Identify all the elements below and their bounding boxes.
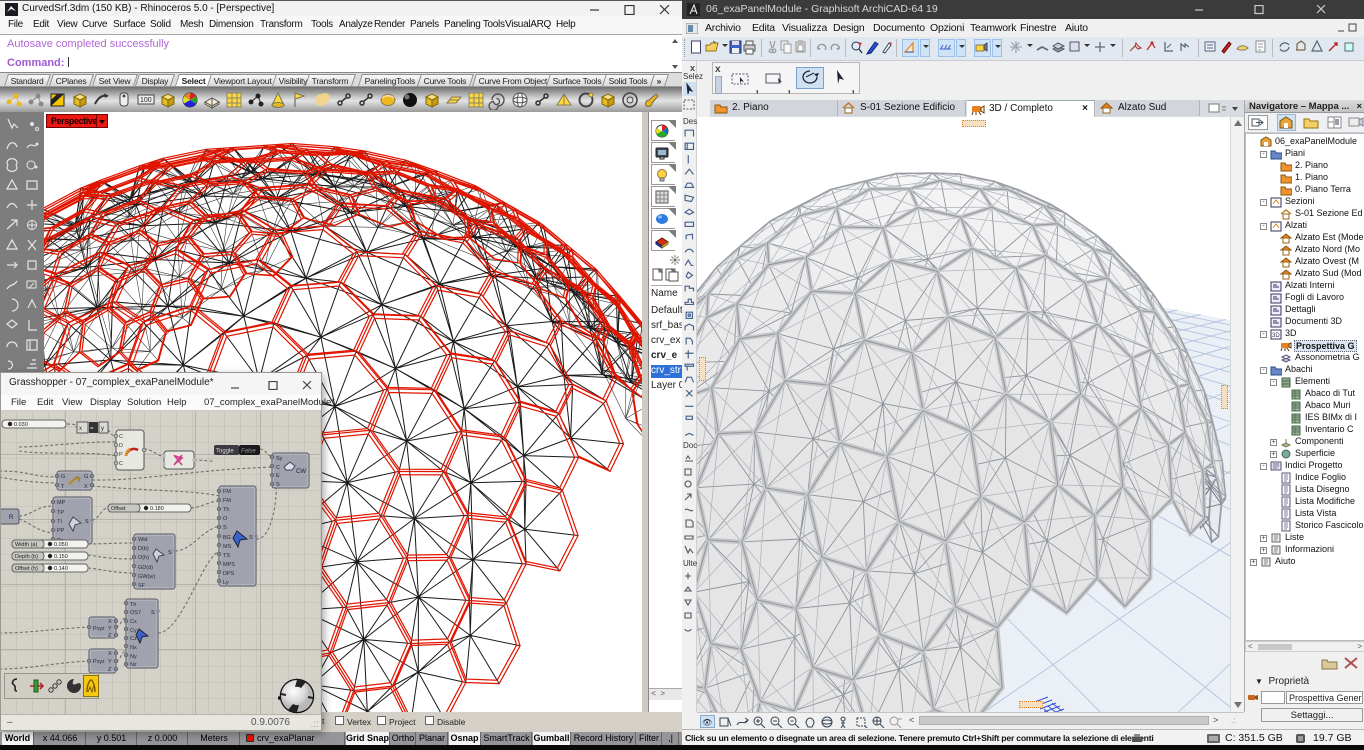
svg-text:Ly: Ly (223, 580, 229, 586)
svg-text:Nx: Nx (130, 645, 137, 651)
svg-text:R: R (9, 515, 14, 521)
svg-text:Width (a): Width (a) (15, 542, 37, 548)
svg-text:x: x (79, 426, 82, 432)
svg-text:S: S (168, 550, 172, 556)
svg-text:Nz: Nz (130, 662, 137, 668)
svg-text:Th: Th (130, 602, 136, 608)
svg-text:MPS: MPS (223, 562, 235, 568)
svg-text:MP: MP (57, 500, 66, 506)
svg-text:D: D (119, 443, 123, 449)
svg-text:D(b): D(b) (138, 546, 149, 552)
svg-text:xyz: xyz (97, 659, 105, 665)
svg-text:Toggle: Toggle (216, 449, 234, 455)
svg-text:Depth (b): Depth (b) (15, 554, 38, 560)
svg-text:CW: CW (296, 469, 306, 475)
svg-text:G: G (61, 474, 65, 480)
svg-text:Y: Y (108, 659, 112, 665)
svg-text:Cx: Cx (130, 619, 137, 625)
svg-text:O: O (223, 516, 228, 522)
svg-text:G: G (84, 474, 88, 480)
svg-text:0.150: 0.150 (54, 554, 68, 560)
svg-text:3D: 3D (1272, 333, 1280, 339)
svg-text:=: = (90, 426, 94, 432)
svg-text:100: 100 (140, 97, 152, 104)
svg-text:Offset (h): Offset (h) (15, 566, 38, 572)
svg-text:P: P (119, 452, 123, 458)
svg-text:FM: FM (223, 498, 231, 504)
svg-text:0.140: 0.140 (54, 566, 68, 572)
svg-text:MS: MS (223, 544, 232, 550)
svg-text:X: X (108, 619, 112, 625)
svg-text:S: S (276, 482, 280, 488)
svg-text:S: S (151, 610, 155, 616)
svg-text:S: S (249, 535, 253, 541)
svg-text:0.030: 0.030 (14, 422, 28, 428)
svg-text:Cy: Cy (130, 628, 137, 634)
svg-text:False: False (241, 449, 256, 455)
svg-text:Cz: Cz (130, 636, 137, 642)
svg-text:OS7: OS7 (130, 610, 141, 616)
svg-text:Ny: Ny (130, 654, 137, 660)
svg-text:0.180: 0.180 (150, 506, 164, 512)
svg-text:y: y (101, 426, 104, 432)
svg-text:X: X (84, 484, 88, 490)
svg-text:👁: 👁 (702, 718, 712, 727)
svg-text:E: E (276, 473, 280, 479)
svg-text:FM: FM (223, 489, 231, 495)
svg-text:Offset: Offset (111, 506, 126, 512)
svg-text:TS: TS (223, 553, 230, 559)
svg-text:S: S (85, 519, 89, 525)
svg-text:Y: Y (108, 626, 112, 632)
svg-text:DPS: DPS (223, 571, 235, 577)
svg-text:C: C (119, 434, 123, 440)
svg-text:C: C (119, 461, 123, 467)
svg-text:X: X (108, 651, 112, 657)
svg-text:TP: TP (57, 510, 64, 516)
svg-text:GD(d): GD(d) (138, 565, 153, 571)
svg-text:Th: Th (223, 507, 229, 513)
svg-text:TI: TI (57, 519, 62, 525)
svg-text:xyz: xyz (97, 626, 105, 632)
svg-text:S: S (223, 525, 227, 531)
svg-text:BG: BG (223, 535, 231, 541)
svg-text:O(h): O(h) (138, 555, 149, 561)
svg-text:Wid: Wid (138, 537, 147, 543)
svg-text:0.050: 0.050 (54, 542, 68, 548)
svg-text:PP: PP (57, 528, 65, 534)
svg-text:C: C (276, 465, 280, 471)
svg-text:Sy: Sy (276, 456, 283, 462)
svg-text:GW(w): GW(w) (138, 574, 155, 580)
svg-text:SF: SF (138, 583, 146, 589)
